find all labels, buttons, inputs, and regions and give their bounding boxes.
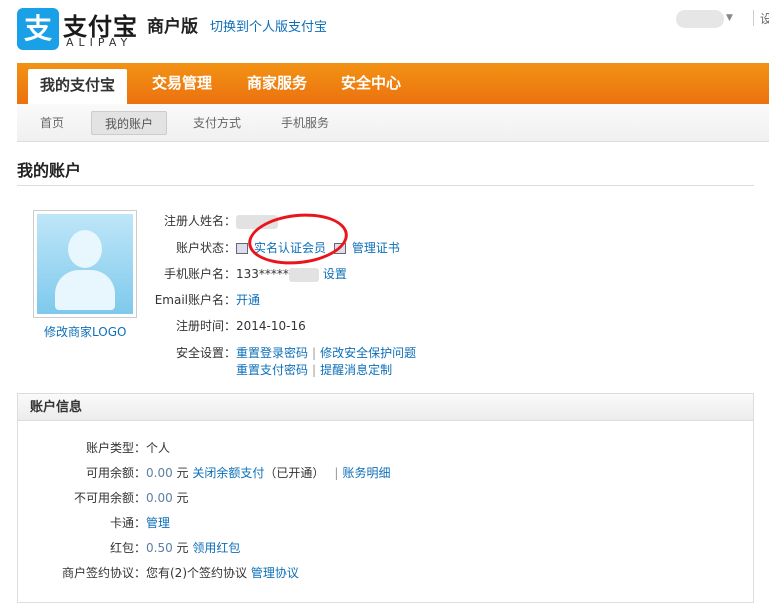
subtab-payment[interactable]: 支付方式	[180, 111, 254, 135]
reset-pay-pwd-link[interactable]: 重置支付密码	[236, 363, 308, 377]
available-value: 0.00	[146, 466, 173, 480]
label: 不可用余额：	[73, 491, 146, 505]
label: 可用余额：	[85, 466, 146, 480]
chevron-down-icon[interactable]: ▼	[726, 13, 733, 23]
notification-settings-link[interactable]: 提醒消息定制	[320, 363, 392, 377]
account-detail-link[interactable]: 账务明细	[342, 466, 390, 480]
edit-logo-link[interactable]: 修改商家LOGO	[44, 323, 126, 340]
reg-row: 注册时间：2014-10-16	[150, 317, 306, 335]
manage-cert-link[interactable]: 管理证书	[352, 241, 400, 255]
page-title: 我的账户	[17, 161, 82, 180]
opened-status: （已开通）	[264, 466, 325, 480]
reset-login-pwd-link[interactable]: 重置登录密码	[236, 346, 308, 360]
unit: 元	[176, 541, 189, 555]
subtab-mobile[interactable]: 手机服务	[268, 111, 342, 135]
unit: 元	[176, 466, 189, 480]
panel-title: 账户信息	[18, 394, 753, 421]
agreement-value: 您有(2)个签约协议	[146, 566, 247, 580]
label: 账户类型：	[85, 441, 146, 455]
blurred-phone	[288, 267, 319, 282]
label: 红包：	[109, 541, 146, 555]
user-menu[interactable]	[676, 10, 724, 28]
card-row: 卡通：管理	[18, 514, 170, 532]
tab-security[interactable]: 安全中心	[329, 63, 413, 104]
edit-security-question-link[interactable]: 修改安全保护问题	[320, 346, 416, 360]
sub-nav: 首页 我的账户 支付方式 手机服务	[17, 104, 769, 142]
subtab-home[interactable]: 首页	[27, 111, 77, 135]
type-value: 个人	[146, 441, 171, 455]
logo-subtext: ALIPAY	[66, 36, 133, 49]
claim-hongbao-link[interactable]: 领用红包	[192, 541, 240, 555]
unit: 元	[176, 491, 189, 505]
avatar[interactable]	[33, 210, 137, 318]
settings-link-cut[interactable]: 设	[760, 10, 769, 27]
tab-trade[interactable]: 交易管理	[140, 63, 224, 104]
label: 注册人姓名：	[163, 214, 236, 228]
email-open-link[interactable]: 开通	[236, 293, 260, 307]
label: 商户签约协议：	[61, 566, 146, 580]
main-nav: 我的支付宝 交易管理 商家服务 安全中心	[17, 63, 769, 104]
hongbao-row: 红包：0.50 元 领用红包	[18, 539, 240, 557]
label: 卡通：	[109, 516, 146, 530]
label: 手机账户名：	[163, 267, 236, 281]
agreement-row: 商户签约协议：您有(2)个签约协议 管理协议	[18, 564, 299, 582]
alipay-logo-icon: 支	[17, 8, 59, 50]
security-row: 安全设置：重置登录密码 | 修改安全保护问题	[150, 344, 416, 362]
phone-row: 手机账户名：133***** 设置	[150, 265, 347, 283]
email-row: Email账户名：开通	[150, 291, 260, 309]
phone-value: 133*****	[236, 267, 289, 281]
close-balance-pay-link[interactable]: 关闭余额支付	[192, 466, 264, 480]
hongbao-value: 0.50	[146, 541, 173, 555]
switch-personal-link[interactable]: 切换到个人版支付宝	[210, 16, 327, 35]
edition-label: 商户版	[147, 17, 198, 37]
label: 账户状态：	[175, 241, 236, 255]
id-card-icon	[236, 243, 248, 254]
unavailable-row: 不可用余额：0.00 元	[18, 489, 189, 507]
account-info-panel: 账户信息 账户类型：个人 可用余额：0.00 元 关闭余额支付（已开通） | 账务明…	[17, 393, 754, 603]
card-manage-link[interactable]: 管理	[146, 516, 170, 530]
manage-agreement-link[interactable]: 管理协议	[251, 566, 299, 580]
subtab-my-account[interactable]: 我的账户	[91, 111, 168, 135]
reg-date: 2014-10-16	[236, 319, 306, 333]
label: Email账户名：	[154, 293, 236, 307]
divider	[17, 185, 754, 186]
available-row: 可用余额：0.00 元 关闭余额支付（已开通） | 账务明细	[18, 464, 391, 482]
phone-set-link[interactable]: 设置	[323, 267, 347, 281]
tab-my-alipay[interactable]: 我的支付宝	[28, 69, 128, 104]
unavailable-value: 0.00	[146, 491, 173, 505]
type-row: 账户类型：个人	[18, 439, 170, 457]
label: 注册时间：	[175, 319, 236, 333]
security-row-2: 重置支付密码 | 提醒消息定制	[236, 363, 393, 377]
divider	[753, 10, 754, 26]
user-silhouette-icon	[37, 214, 133, 314]
label: 安全设置：	[175, 346, 236, 360]
tab-merchant[interactable]: 商家服务	[235, 63, 319, 104]
